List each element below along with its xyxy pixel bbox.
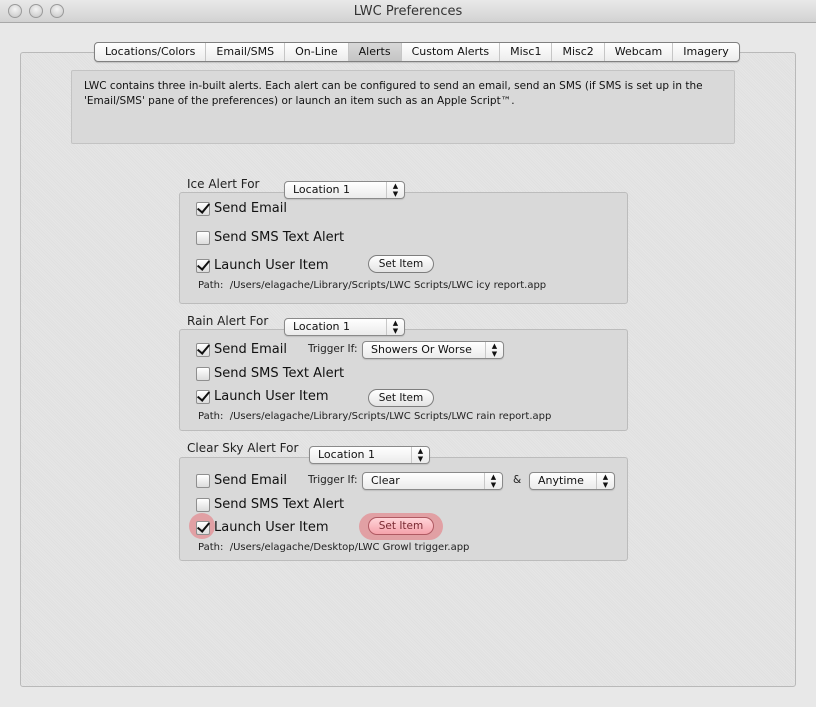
title-bar: LWC Preferences: [0, 0, 816, 23]
tab-on-line[interactable]: On-Line: [285, 43, 349, 61]
window-title: LWC Preferences: [353, 4, 463, 19]
ice-send-email-checkbox[interactable]: [196, 201, 210, 216]
clear-and-label: &: [513, 474, 522, 486]
rain-launch-item-checkbox[interactable]: [196, 389, 210, 404]
ice-path-value: /Users/elagache/Library/Scripts/LWC Scri…: [229, 280, 547, 291]
ice-path-label: Path:: [198, 280, 224, 291]
popup-arrows-icon: ▲ ▼: [411, 447, 429, 463]
rain-alert-title: Rain Alert For: [187, 314, 269, 328]
tab-misc1[interactable]: Misc1: [500, 43, 553, 61]
rain-trigger-label: Trigger If:: [308, 343, 358, 355]
rain-path-row: Path: /Users/elagache/Library/Scripts/LW…: [198, 411, 551, 422]
rain-launch-item-label: Launch User Item: [214, 389, 329, 404]
ice-launch-item-row[interactable]: Launch User Item: [196, 258, 329, 273]
ice-launch-item-checkbox[interactable]: [196, 258, 210, 273]
ice-alert-title: Ice Alert For: [187, 177, 260, 191]
tab-webcam[interactable]: Webcam: [605, 43, 674, 61]
ice-set-item-button[interactable]: Set Item: [368, 255, 434, 273]
rain-set-item-button[interactable]: Set Item: [368, 389, 434, 407]
clear-launch-item-checkbox[interactable]: [196, 520, 210, 535]
popup-arrows-icon: ▲ ▼: [386, 182, 404, 198]
rain-send-sms-row[interactable]: Send SMS Text Alert: [196, 366, 344, 381]
rain-send-sms-checkbox[interactable]: [196, 366, 210, 381]
popup-arrows-icon: ▲ ▼: [485, 342, 503, 358]
popup-arrows-icon: ▲ ▼: [484, 473, 502, 489]
ice-send-email-label: Send Email: [214, 201, 287, 216]
tab-misc2[interactable]: Misc2: [552, 43, 605, 61]
ice-location-popup[interactable]: Location 1 ▲ ▼: [284, 181, 405, 199]
clear-trigger-label: Trigger If:: [308, 474, 358, 486]
clear-launch-item-label: Launch User Item: [214, 520, 329, 535]
popup-arrows-icon: ▲ ▼: [386, 319, 404, 335]
rain-trigger-value: Showers Or Worse: [371, 343, 472, 356]
popup-arrows-icon: ▲ ▼: [596, 473, 614, 489]
rain-location-popup[interactable]: Location 1 ▲ ▼: [284, 318, 405, 336]
tab-custom-alerts[interactable]: Custom Alerts: [402, 43, 501, 61]
rain-path-value: /Users/elagache/Library/Scripts/LWC Scri…: [229, 411, 552, 422]
clear-launch-item-row[interactable]: Launch User Item: [196, 520, 329, 535]
clear-send-email-row[interactable]: Send Email: [196, 473, 287, 488]
tab-imagery[interactable]: Imagery: [673, 43, 738, 61]
ice-send-sms-checkbox[interactable]: [196, 230, 210, 245]
clear-trigger-popup[interactable]: Clear ▲ ▼: [362, 472, 503, 490]
tab-email-sms[interactable]: Email/SMS: [206, 43, 286, 61]
rain-send-email-label: Send Email: [214, 342, 287, 357]
rain-send-sms-label: Send SMS Text Alert: [214, 366, 345, 381]
tab-locations-colors[interactable]: Locations/Colors: [95, 43, 207, 61]
ice-path-row: Path: /Users/elagache/Library/Scripts/LW…: [198, 280, 546, 291]
info-description: LWC contains three in-built alerts. Each…: [71, 70, 735, 144]
rain-send-email-checkbox[interactable]: [196, 342, 210, 357]
clear-path-value: /Users/elagache/Desktop/LWC Growl trigge…: [229, 542, 470, 553]
clear-send-sms-checkbox[interactable]: [196, 497, 210, 512]
clear-send-sms-label: Send SMS Text Alert: [214, 497, 345, 512]
clear-time-popup[interactable]: Anytime ▲ ▼: [529, 472, 615, 490]
clear-location-popup[interactable]: Location 1 ▲ ▼: [309, 446, 430, 464]
rain-send-email-row[interactable]: Send Email: [196, 342, 287, 357]
ice-launch-item-label: Launch User Item: [214, 258, 329, 273]
clear-send-email-label: Send Email: [214, 473, 287, 488]
ice-location-value: Location 1: [293, 183, 351, 196]
clear-location-value: Location 1: [318, 448, 376, 461]
clear-sky-alert-title: Clear Sky Alert For: [187, 441, 299, 455]
clear-path-label: Path:: [198, 542, 224, 553]
rain-path-label: Path:: [198, 411, 224, 422]
clear-send-email-checkbox[interactable]: [196, 473, 210, 488]
tab-bar: Locations/Colors Email/SMS On-Line Alert…: [94, 42, 740, 62]
tab-alerts[interactable]: Alerts: [348, 43, 402, 61]
rain-launch-item-row[interactable]: Launch User Item: [196, 389, 329, 404]
rain-trigger-popup[interactable]: Showers Or Worse ▲ ▼: [362, 341, 504, 359]
ice-send-email-row[interactable]: Send Email: [196, 201, 287, 216]
ice-send-sms-label: Send SMS Text Alert: [214, 230, 345, 245]
clear-time-value: Anytime: [538, 474, 584, 487]
clear-trigger-value: Clear: [371, 474, 400, 487]
ice-send-sms-row[interactable]: Send SMS Text Alert: [196, 230, 344, 245]
clear-send-sms-row[interactable]: Send SMS Text Alert: [196, 497, 344, 512]
clear-set-item-button[interactable]: Set Item: [368, 517, 434, 535]
clear-path-row: Path: /Users/elagache/Desktop/LWC Growl …: [198, 542, 469, 553]
rain-location-value: Location 1: [293, 320, 351, 333]
